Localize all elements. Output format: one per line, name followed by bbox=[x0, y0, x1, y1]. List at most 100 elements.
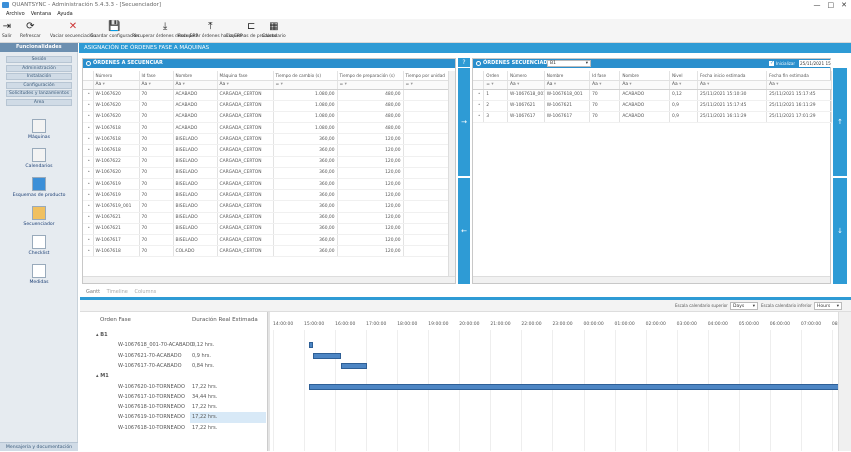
close-button[interactable]: ✕ bbox=[841, 0, 847, 10]
table-row[interactable]: • W-1067617 70 BISELADO CARGADA_CERTON 360,00… bbox=[83, 234, 449, 247]
table-row[interactable]: • W-1067619_001 70 BISELADO CARGADA_CERTON 36… bbox=[83, 200, 449, 213]
column-header[interactable]: Nombre bbox=[544, 71, 591, 81]
column-header[interactable]: Máquina fase bbox=[217, 71, 274, 81]
column-header[interactable]: Fecha fin estimada bbox=[766, 71, 832, 81]
filter-cell[interactable]: Aa ▾ bbox=[766, 80, 832, 90]
table-row[interactable]: • W-1067618 70 BISELADO CARGADA_CERTON 360,00… bbox=[83, 133, 449, 146]
column-header[interactable]: Tiempo de cambio (s) bbox=[273, 71, 338, 81]
initialize-checkbox[interactable]: ✓ bbox=[769, 60, 774, 66]
gantt-task-bar[interactable] bbox=[313, 352, 342, 359]
menu-archivo[interactable]: Archivo bbox=[6, 10, 25, 19]
filter-cell[interactable]: Aa ▾ bbox=[544, 80, 591, 90]
sidebar-item-label: Máquinas bbox=[27, 135, 50, 140]
table-cell bbox=[403, 234, 449, 247]
scale-lower-select[interactable]: Hours ▾ bbox=[814, 302, 842, 310]
minimize-button[interactable]: — bbox=[814, 0, 821, 10]
gantt-task-bar[interactable] bbox=[340, 362, 368, 369]
column-header[interactable]: Número bbox=[93, 71, 140, 81]
sidebar-item-2[interactable]: Esquemas de producto bbox=[6, 177, 72, 198]
table-row[interactable]: • W-1067621 70 BISELADO CARGADA_CERTON 360,00… bbox=[83, 223, 449, 235]
column-header[interactable]: Nombre bbox=[173, 71, 218, 81]
table-row[interactable]: • W-1067619 70 BISELADO CARGADA_CERTON 360,00… bbox=[83, 178, 449, 191]
collapse-icon[interactable] bbox=[86, 61, 91, 66]
column-header[interactable]: Orden bbox=[483, 71, 509, 81]
table-row[interactable]: • W-1067621 70 BISELADO CARGADA_CERTON 360,00… bbox=[83, 212, 449, 224]
filter-cell[interactable]: Aa ▾ bbox=[217, 80, 274, 90]
filter-cell[interactable]: = ▾ bbox=[273, 80, 338, 90]
collapse-icon[interactable] bbox=[476, 61, 481, 66]
column-header[interactable]: Id fase bbox=[589, 71, 621, 81]
scale-upper-select[interactable]: Days ▾ bbox=[730, 302, 758, 310]
column-header[interactable]: Número bbox=[507, 71, 545, 81]
filter-cell[interactable]: Aa ▾ bbox=[619, 80, 670, 90]
machine-select[interactable]: B1 ▾ bbox=[547, 60, 591, 67]
sidebar-item-4[interactable]: Checklist bbox=[6, 235, 72, 256]
move-up-button[interactable]: ↑ bbox=[833, 68, 847, 176]
gantt-vertical-scrollbar[interactable] bbox=[838, 312, 851, 451]
assign-left-button[interactable]: ← bbox=[458, 178, 470, 284]
maximize-button[interactable]: □ bbox=[828, 0, 835, 10]
sidebar-item-3[interactable]: Secuenciador bbox=[6, 206, 72, 227]
sidebar-item-5[interactable]: Medidas bbox=[6, 264, 72, 285]
filter-cell[interactable]: Aa ▾ bbox=[589, 80, 621, 90]
table-cell: W-1067621 bbox=[93, 223, 140, 235]
calendario-button[interactable]: ▦ Calendario bbox=[262, 21, 286, 39]
column-header[interactable]: Tiempo por unidad bbox=[403, 71, 449, 81]
filter-cell[interactable]: Aa ▾ bbox=[173, 80, 218, 90]
table-row[interactable]: • W-1067620 70 ACABADO CARGADA_CERTON 1.080,0… bbox=[83, 111, 449, 124]
sidebar-tab-3[interactable]: Configuración bbox=[6, 81, 72, 89]
menu-ventana[interactable]: Ventana bbox=[31, 10, 52, 19]
filter-cell[interactable]: Aa ▾ bbox=[507, 80, 545, 90]
sidebar-tab-5[interactable]: Area bbox=[6, 99, 72, 106]
datetime-field[interactable]: 25/11/2021 15:10:30 bbox=[799, 60, 831, 67]
table-cell: 120,00 bbox=[337, 133, 404, 146]
filter-cell[interactable]: Aa ▾ bbox=[669, 80, 699, 90]
sidebar-tab-4[interactable]: Solicitudes y lanzamientos bbox=[6, 90, 72, 98]
table-row[interactable]: • 2 W-1067621 W-1067621 70 ACABADO 0,9 25/11/20… bbox=[473, 100, 832, 112]
table-row[interactable]: • W-1067618 70 ACABADO CARGADA_CERTON 1.080,0… bbox=[83, 122, 449, 135]
horizontal-scrollbar[interactable] bbox=[83, 276, 455, 283]
table-row[interactable]: • W-1067622 70 BISELADO CARGADA_CERTON 360,00… bbox=[83, 156, 449, 168]
messaging-docs-button[interactable]: Mensajería y documentación bbox=[0, 442, 78, 451]
sidebar-tab-2[interactable]: Instalación bbox=[6, 73, 72, 81]
column-header[interactable]: Id fase bbox=[139, 71, 174, 81]
table-row[interactable]: • W-1067620 70 ACABADO CARGADA_CERTON 1.080,0… bbox=[83, 89, 449, 101]
tab-timeline[interactable]: Timeline bbox=[107, 289, 128, 295]
table-row[interactable]: • W-1067620 70 ACABADO CARGADA_CERTON 1.080,0… bbox=[83, 100, 449, 112]
filter-cell[interactable]: Aa ▾ bbox=[93, 80, 140, 90]
column-header[interactable]: Fecha inicio estimada bbox=[697, 71, 768, 81]
column-header[interactable]: Nombre bbox=[619, 71, 670, 81]
table-row[interactable]: • W-1067618 70 COLADO CARGADA_CERTON 360,00 12… bbox=[83, 245, 449, 258]
filter-cell[interactable]: = ▾ bbox=[337, 80, 404, 90]
table-cell: 360,00 bbox=[273, 133, 338, 146]
table-row[interactable]: • W-1067618 70 BISELADO CARGADA_CERTON 360,00… bbox=[83, 144, 449, 157]
table-cell: 25/11/2021 15:17:45 bbox=[697, 100, 768, 112]
table-row[interactable]: • 3 W-1067617 W-1067617 70 ACABADO 0,9 25/11/20… bbox=[473, 111, 832, 124]
column-header[interactable]: Tiempo de preparación (s) bbox=[337, 71, 404, 81]
sidebar-item-1[interactable]: Calendarios bbox=[6, 148, 72, 169]
refrescar-button[interactable]: ⟳ Refrescar bbox=[20, 21, 41, 39]
horizontal-scrollbar[interactable] bbox=[473, 276, 830, 283]
salir-button[interactable]: ⇥ Salir bbox=[2, 21, 12, 39]
sidebar-item-0[interactable]: Máquinas bbox=[6, 119, 72, 140]
assign-right-button[interactable]: → bbox=[458, 68, 470, 176]
tab-gantt[interactable]: Gantt bbox=[86, 289, 100, 295]
column-header[interactable]: Nivel bbox=[669, 71, 699, 81]
filter-cell[interactable]: Aa ▾ bbox=[139, 80, 174, 90]
sidebar-tab-1[interactable]: Administración bbox=[6, 64, 72, 72]
gantt-task-bar[interactable] bbox=[309, 383, 838, 390]
table-row[interactable]: • 1 W-1067618_001 W-1067618_001 70 ACABADO 0,1… bbox=[473, 89, 832, 101]
table-row[interactable]: • W-1067620 70 BISELADO CARGADA_CERTON 360,00… bbox=[83, 167, 449, 180]
gantt-task-bar[interactable] bbox=[309, 342, 314, 349]
sidebar-tab-0[interactable]: Sesión bbox=[6, 56, 72, 63]
vertical-scrollbar[interactable] bbox=[448, 71, 455, 277]
gantt-task-row[interactable]: W-1067618-10-TORNEADO 17,22 hrs. bbox=[80, 423, 268, 434]
table-row[interactable]: • W-1067619 70 BISELADO CARGADA_CERTON 360,00… bbox=[83, 189, 449, 202]
move-down-button[interactable]: ↓ bbox=[833, 178, 847, 284]
filter-cell[interactable]: = ▾ bbox=[483, 80, 509, 90]
filter-cell[interactable]: Aa ▾ bbox=[697, 80, 768, 90]
help-button[interactable]: ? bbox=[458, 58, 470, 67]
filter-cell[interactable]: = ▾ bbox=[403, 80, 449, 90]
menu-ayuda[interactable]: Ayuda bbox=[57, 10, 72, 19]
tab-columns[interactable]: Columns bbox=[134, 289, 156, 295]
